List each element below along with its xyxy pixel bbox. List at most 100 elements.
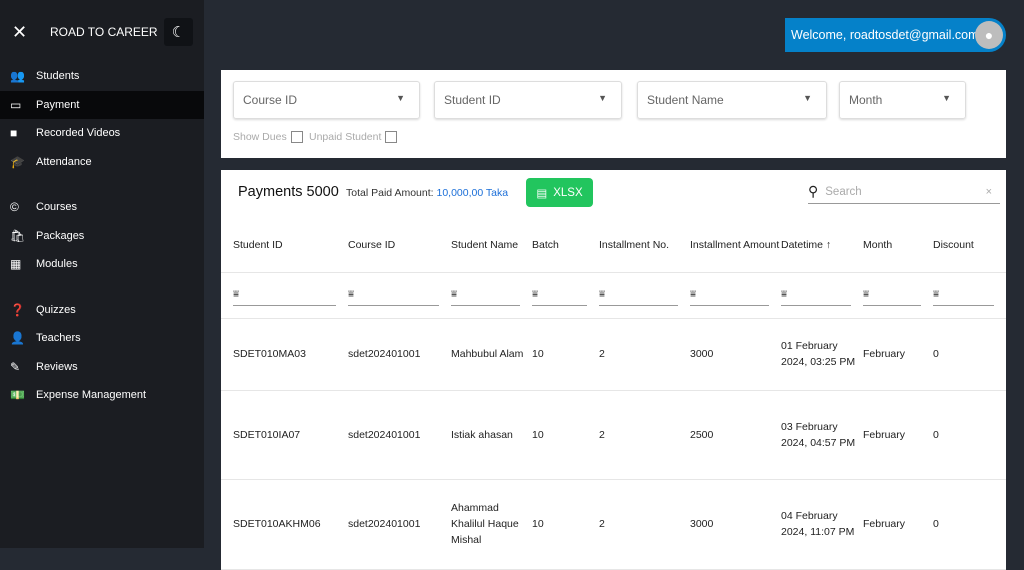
column-filter: ⩸ [933,272,1006,319]
table-cell: 0 [933,479,1006,570]
table-cell: SDET010AKHM06 [221,479,348,570]
filter-icon: ⩸ [690,288,697,300]
sidebar-item-label: Reviews [36,360,78,373]
sidebar-item-attendance[interactable]: 🎓 Attendance [0,148,204,177]
table-cell: Istiak ahasan [451,390,532,480]
total-label: Total Paid Amount: [346,187,434,199]
label: Show Dues [233,131,287,143]
column-filter-input[interactable]: ⩸ [933,284,994,306]
filter-icon: ⩸ [781,288,788,300]
sidebar-item-students[interactable]: 👥 Students [0,62,204,91]
sidebar-item-quizzes[interactable]: ❓ Quizzes [0,296,204,325]
table-cell: 10 [532,318,599,391]
xlsx-export-button[interactable]: ▤ XLSX [526,178,593,207]
month-select[interactable]: Month ▼ [839,81,966,119]
show-dues-checkbox[interactable]: Show Dues [233,131,303,143]
column-filter-input[interactable]: ⩸ [233,284,336,306]
column-filter-input[interactable]: ⩸ [348,284,439,306]
table-cell: sdet202401001 [348,479,451,570]
dropdown-arrow-icon: ▼ [598,93,607,103]
column-header[interactable]: Batch [532,218,599,273]
table-cell: February [863,318,933,391]
placeholder: Search [825,185,862,198]
sidebar-item-courses[interactable]: © Courses [0,193,204,222]
column-header[interactable]: Month [863,218,933,273]
sidebar-item-recorded-videos[interactable]: ■ Recorded Videos [0,119,204,148]
unpaid-student-checkbox[interactable]: Unpaid Student [309,131,398,143]
column-header[interactable]: Student Name [451,218,532,273]
column-filter-input[interactable]: ⩸ [863,284,921,306]
close-icon[interactable]: ✕ [12,22,27,43]
dark-mode-toggle[interactable]: ☾ [164,18,193,46]
sidebar-item-label: Students [36,70,80,83]
excel-icon: ▤ [536,187,548,200]
attendance-icon: 🎓 [10,154,25,169]
column-filter-input[interactable]: ⩸ [690,284,769,306]
avatar-icon[interactable]: ● [975,21,1003,49]
table-cell: Ahammad Khalilul Haque Mishal [451,479,532,570]
sidebar-item-payment[interactable]: ▭ Payment [0,90,204,119]
checkbox[interactable] [290,131,303,143]
sidebar-item-label: Courses [36,201,77,214]
expense-management-icon: 💵 [10,388,25,403]
column-filter: ⩸ [690,272,781,319]
table-row[interactable]: SDET010IA07 sdet202401001 Istiak ahasan 10 2… [221,390,1006,480]
search-input[interactable]: ⚲ Search × [808,180,1000,204]
dropdown-arrow-icon: ▼ [942,93,951,103]
column-filter-input[interactable]: ⩸ [451,284,520,306]
student-name-select[interactable]: Student Name ▼ [637,81,827,119]
column-filter-input[interactable]: ⩸ [781,284,851,306]
courses-icon: © [10,200,19,215]
column-header[interactable]: Discount [933,218,1006,273]
students-icon: 👥 [10,69,25,84]
sidebar-item-label: Attendance [36,155,92,168]
table-cell: 2 [599,318,690,391]
table-cell: SDET010MA03 [221,318,348,391]
student-id-select[interactable]: Student ID ▼ [434,81,622,119]
table-cell: 2500 [690,390,781,480]
filter-icon: ⩸ [599,288,606,300]
table-row[interactable]: SDET010MA03 sdet202401001 Mahbubul Alam 10 2… [221,318,1006,391]
filter-icon: ⩸ [233,288,240,300]
sidebar-item-reviews[interactable]: ✎ Reviews [0,353,204,382]
reviews-icon: ✎ [10,359,21,374]
label: Month [849,93,883,107]
column-filter: ⩸ [532,272,599,319]
table-cell: 0 [933,318,1006,391]
sidebar-item-label: Quizzes [36,303,76,316]
modules-icon: ▦ [10,257,22,272]
sidebar-item-label: Recorded Videos [36,127,121,140]
quizzes-icon: ❓ [10,302,25,317]
sidebar: ✕ ROAD TO CAREER ☾ 👥 Students ▭ Payment ■ Rec… [0,0,204,548]
column-header[interactable]: Datetime ↑ [781,218,863,273]
table-cell: 03 February 2024, 04:57 PM [781,390,863,480]
user-welcome[interactable]: Welcome, roadtosdet@gmail.com ● [785,18,1006,52]
column-header[interactable]: Course ID [348,218,451,273]
sidebar-item-expense-management[interactable]: 💵 Expense Management [0,381,204,410]
column-header[interactable]: Installment No. [599,218,690,273]
clear-icon[interactable]: × [986,186,992,198]
filter-icon: ⩸ [532,288,539,300]
course-id-select[interactable]: Course ID ▼ [233,81,420,119]
checkbox[interactable] [385,131,398,143]
label: Unpaid Student [309,131,382,143]
column-filter: ⩸ [451,272,532,319]
total-value: 10,000,00 Taka [436,187,509,199]
column-filter: ⩸ [863,272,933,319]
sidebar-item-label: Modules [36,258,78,271]
filter-icon: ⩸ [933,288,940,300]
label: XLSX [553,186,583,199]
table-row[interactable]: SDET010AKHM06 sdet202401001 Ahammad Khalil… [221,479,1006,570]
sidebar-item-modules[interactable]: ▦ Modules [0,250,204,279]
sidebar-item-packages[interactable]: 🛍 Packages [0,222,204,251]
payments-table: Student ID Course ID Student Name Batch Inst… [221,218,1006,570]
label: Course ID [243,93,298,107]
column-filter-input[interactable]: ⩸ [599,284,678,306]
column-filter-input[interactable]: ⩸ [532,284,587,306]
filter-icon: ⩸ [348,288,355,300]
column-header[interactable]: Student ID [221,218,348,273]
column-header[interactable]: Installment Amount [690,218,781,273]
table-cell: 10 [532,479,599,570]
sidebar-item-teachers[interactable]: 👤 Teachers [0,324,204,353]
table-cell: sdet202401001 [348,390,451,480]
